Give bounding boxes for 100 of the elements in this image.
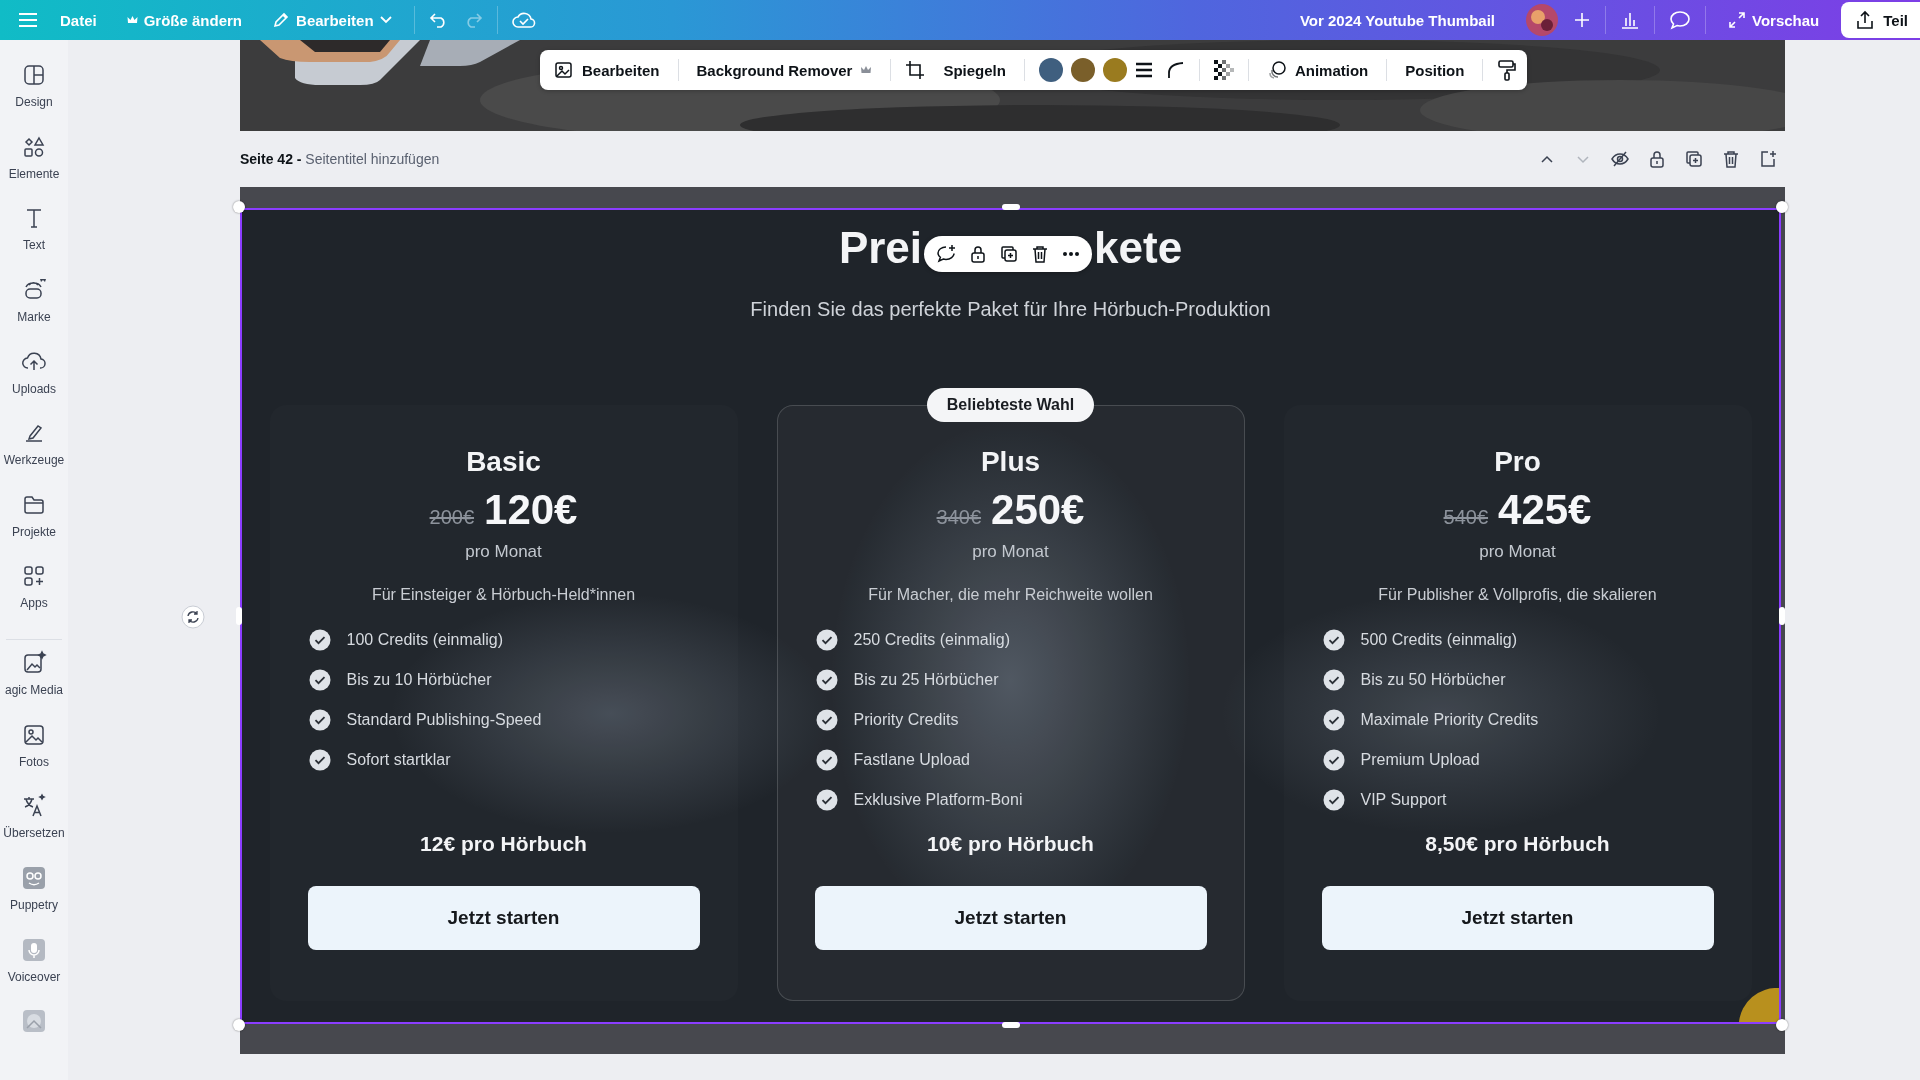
sidebar-item[interactable]: Design [0, 62, 68, 134]
feature-text: Premium Upload [1360, 751, 1480, 769]
transparency-icon[interactable] [1213, 60, 1234, 80]
sidebar-item[interactable]: Marke [0, 276, 68, 349]
check-icon [815, 789, 838, 811]
plan-name: Pro [1494, 446, 1541, 478]
delete-icon[interactable] [1723, 150, 1739, 168]
feature-text: 100 Credits (einmalig) [346, 631, 503, 649]
hide-icon[interactable] [1611, 150, 1629, 168]
flip-button[interactable]: Spiegeln [939, 61, 1010, 79]
sidebar-item[interactable]: Projekte [0, 491, 68, 564]
color-swatch[interactable] [1102, 58, 1127, 82]
check-icon [1322, 789, 1345, 811]
layout-icon [21, 62, 47, 88]
sidebar-item[interactable]: Übersetzen [0, 793, 68, 866]
comment-icon[interactable] [1669, 10, 1691, 30]
preview-button[interactable]: Vorschau [1720, 7, 1828, 33]
feature-text: Sofort startklar [346, 751, 451, 769]
document-title[interactable]: Vor 2024 Youtube Thumbail [1299, 11, 1495, 29]
sidebar-item[interactable]: Voiceover [0, 936, 68, 1009]
check-icon [308, 709, 331, 731]
sidebar-item[interactable]: Uploads [0, 348, 68, 421]
subtitle: Finden Sie das perfekte Paket für Ihre Hörbuch-Produktion [750, 298, 1271, 321]
start-button[interactable]: Jetzt starten [307, 886, 700, 950]
refresh-icon[interactable] [181, 605, 205, 629]
plan-description: Für Publisher & Vollprofis, die skalieren [1378, 586, 1657, 604]
check-icon [1322, 749, 1345, 771]
thumbnail-icon [21, 1008, 47, 1035]
background-remover-button[interactable]: Background Remover [692, 61, 877, 79]
animation-button[interactable]: Animation [1262, 60, 1373, 80]
chart-icon[interactable] [1620, 10, 1640, 30]
lock-icon[interactable] [1649, 150, 1665, 168]
position-button[interactable]: Position [1401, 61, 1469, 79]
feature-text: Maximale Priority Credits [1360, 711, 1539, 729]
add-page-icon[interactable] [1759, 150, 1777, 168]
cloud-saved-icon[interactable] [511, 10, 536, 30]
price-per-audiobook: 10€ pro Hörbuch [927, 832, 1094, 856]
corner-rounding-icon[interactable] [1166, 61, 1185, 79]
feature-text: Exklusive Platform-Boni [853, 791, 1023, 809]
resize-handle[interactable] [1001, 1022, 1020, 1028]
feature-text: Priority Credits [853, 711, 959, 729]
sidebar-item[interactable]: Apps [0, 563, 68, 636]
lock-icon[interactable] [970, 245, 987, 263]
comment-add-icon[interactable] [936, 244, 957, 264]
resize-handle[interactable] [1779, 607, 1785, 625]
old-price: 540€ [1443, 506, 1489, 529]
sidebar-item[interactable]: Elemente [0, 133, 68, 206]
sidebar-item[interactable]: agic Media [0, 650, 68, 722]
start-button[interactable]: Jetzt starten [1321, 886, 1714, 950]
feature-text: Standard Publishing-Speed [346, 711, 542, 729]
color-swatch[interactable] [1070, 58, 1095, 82]
crop-icon[interactable] [905, 60, 926, 80]
start-button[interactable]: Jetzt starten [814, 886, 1207, 950]
resize-handle[interactable] [236, 607, 242, 625]
check-icon [1322, 669, 1345, 691]
delete-icon[interactable] [1032, 245, 1049, 263]
resize-handle[interactable] [1776, 1019, 1788, 1031]
check-icon [308, 749, 331, 771]
line-weight-icon[interactable] [1134, 62, 1153, 78]
crown-icon [860, 65, 873, 75]
duplicate-icon[interactable] [1685, 150, 1703, 168]
sidebar-item[interactable]: Text [0, 205, 68, 277]
check-icon [1322, 709, 1345, 731]
caret-icon [379, 16, 392, 24]
check-icon [815, 669, 838, 691]
color-swatch[interactable] [1038, 58, 1063, 82]
expand-icon [1728, 11, 1746, 29]
more-icon[interactable] [1062, 251, 1081, 257]
price-per-audiobook: 12€ pro Hörbuch [420, 832, 587, 856]
check-icon [815, 629, 838, 651]
avatar[interactable] [1525, 3, 1559, 37]
sidebar-item[interactable]: Werkzeuge [0, 420, 68, 492]
sidebar-item[interactable]: Puppetry [0, 865, 68, 937]
resize-handle[interactable] [233, 201, 245, 213]
add-icon[interactable] [1573, 11, 1591, 29]
page-title[interactable]: Seite 42 - Seitentitel hinzufügen [240, 151, 440, 167]
pricing-design[interactable] [240, 208, 1781, 1024]
feature-text: 500 Credits (einmalig) [1360, 631, 1517, 649]
share-button[interactable]: Teil [1841, 2, 1920, 38]
billing-period: pro Monat [465, 542, 542, 562]
crown-icon [126, 15, 138, 25]
pencil-icon [272, 11, 291, 29]
edit-image-button[interactable]: Bearbeiten [550, 60, 664, 80]
resize-handle[interactable] [1776, 201, 1788, 213]
check-icon [1322, 629, 1345, 651]
billing-period: pro Monat [1479, 542, 1556, 562]
plan-description: Für Einsteiger & Hörbuch-Held*innen [371, 586, 636, 604]
puppet-face-icon [21, 865, 47, 892]
paint-roller-icon[interactable] [1497, 59, 1518, 81]
plan-name: Basic [466, 446, 541, 478]
popular-badge: Beliebteste Wahl [926, 388, 1095, 422]
billing-period: pro Monat [972, 542, 1049, 562]
image-icon [554, 60, 574, 80]
duplicate-icon[interactable] [1000, 245, 1019, 263]
resize-handle[interactable] [1001, 204, 1020, 210]
sidebar-item[interactable]: Fotos [0, 721, 68, 794]
feature-text: Bis zu 25 Hörbücher [853, 671, 999, 689]
animation-icon [1266, 60, 1287, 80]
feature-text: VIP Support [1360, 791, 1447, 809]
resize-handle[interactable] [233, 1019, 245, 1031]
